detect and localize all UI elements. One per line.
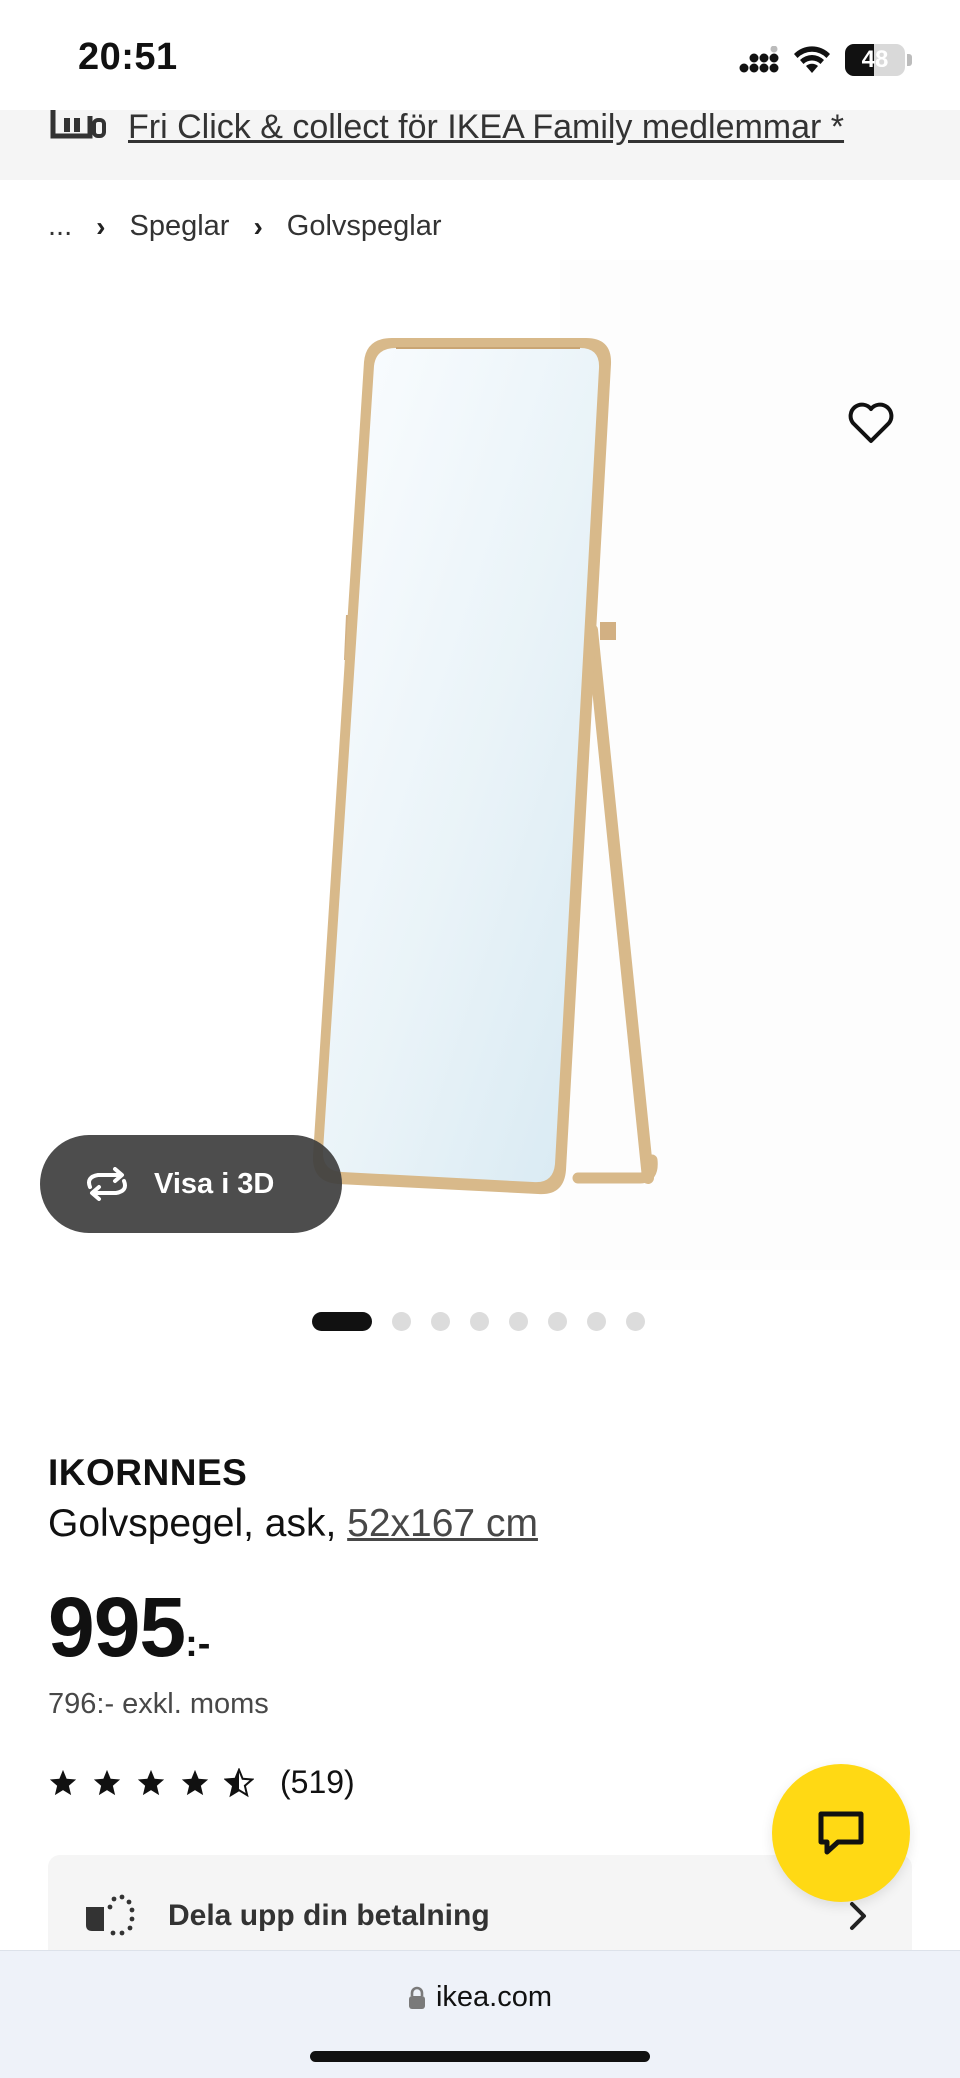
star-icon — [137, 1769, 165, 1795]
favorite-button[interactable] — [828, 380, 914, 466]
size-link[interactable]: 52x167 cm — [347, 1502, 538, 1545]
breadcrumb-golvspeglar[interactable]: Golvspeglar — [287, 210, 442, 243]
split-payment-label: Dela upp din betalning — [168, 1899, 490, 1932]
click-collect-icon — [50, 110, 106, 139]
url-text: ikea.com — [435, 1981, 553, 2013]
star-icon — [181, 1769, 209, 1795]
chevron-right-icon: › — [96, 210, 106, 242]
status-bar: 20:51 48 — [0, 0, 960, 115]
rating-stars — [48, 1767, 254, 1798]
battery-level: 48 — [861, 46, 889, 73]
breadcrumb-ellipsis[interactable]: ... — [48, 210, 72, 243]
carousel-dot[interactable] — [431, 1312, 450, 1331]
review-count[interactable]: (519) — [280, 1764, 355, 1801]
price-value: 995 — [48, 1580, 186, 1674]
heart-icon — [848, 402, 894, 443]
product-image[interactable] — [0, 260, 960, 1270]
chevron-right-icon: › — [253, 210, 263, 242]
breadcrumb-speglar[interactable]: Speglar — [130, 210, 230, 243]
status-time: 20:51 — [78, 36, 178, 78]
lock-icon — [408, 1986, 425, 2009]
carousel-dot[interactable] — [626, 1312, 645, 1331]
breadcrumb: ... › Speglar › Golvspeglar — [48, 210, 442, 243]
product-description: Golvspegel, ask, 52x167 cm — [48, 1502, 538, 1546]
view-3d-button[interactable]: Visa i 3D — [40, 1135, 342, 1233]
url-bar[interactable]: ikea.com — [0, 1981, 960, 2014]
carousel-dot[interactable] — [470, 1312, 489, 1331]
price-suffix: :- — [185, 1623, 211, 1665]
chat-button[interactable] — [772, 1764, 910, 1902]
product-type: Golvspegel, ask, — [48, 1502, 348, 1545]
carousel-dot[interactable] — [548, 1312, 567, 1331]
star-icon — [93, 1769, 121, 1795]
chat-icon — [818, 1811, 864, 1855]
product-rating[interactable]: (519) — [48, 1764, 355, 1801]
view-3d-label: Visa i 3D — [154, 1167, 275, 1200]
chevron-right-icon — [850, 1902, 866, 1930]
star-half-icon — [224, 1767, 254, 1797]
status-icons: 48 — [739, 40, 912, 80]
star-icon — [49, 1769, 77, 1795]
product-name: IKORNNES — [48, 1452, 248, 1493]
carousel-dot[interactable] — [392, 1312, 411, 1331]
price-excl-vat: 796:- exkl. moms — [48, 1688, 269, 1720]
rotate-3d-icon — [87, 1167, 127, 1201]
battery-icon: 48 — [845, 44, 905, 76]
browser-bar: ikea.com — [0, 1950, 960, 2078]
promo-banner[interactable]: Fri Click & collect för IKEA Family medl… — [0, 110, 960, 180]
carousel-dot[interactable] — [587, 1312, 606, 1331]
carousel-dot[interactable] — [312, 1312, 372, 1331]
cellular-icon — [739, 46, 779, 73]
carousel-dots — [312, 1312, 645, 1331]
product-price: 995:- — [48, 1585, 210, 1669]
home-indicator[interactable] — [310, 2051, 650, 2062]
wifi-icon — [794, 46, 830, 73]
carousel-dot[interactable] — [509, 1312, 528, 1331]
split-payment-icon — [86, 1894, 135, 1936]
promo-text[interactable]: Fri Click & collect för IKEA Family medl… — [128, 110, 844, 144]
battery-cap — [907, 54, 912, 66]
